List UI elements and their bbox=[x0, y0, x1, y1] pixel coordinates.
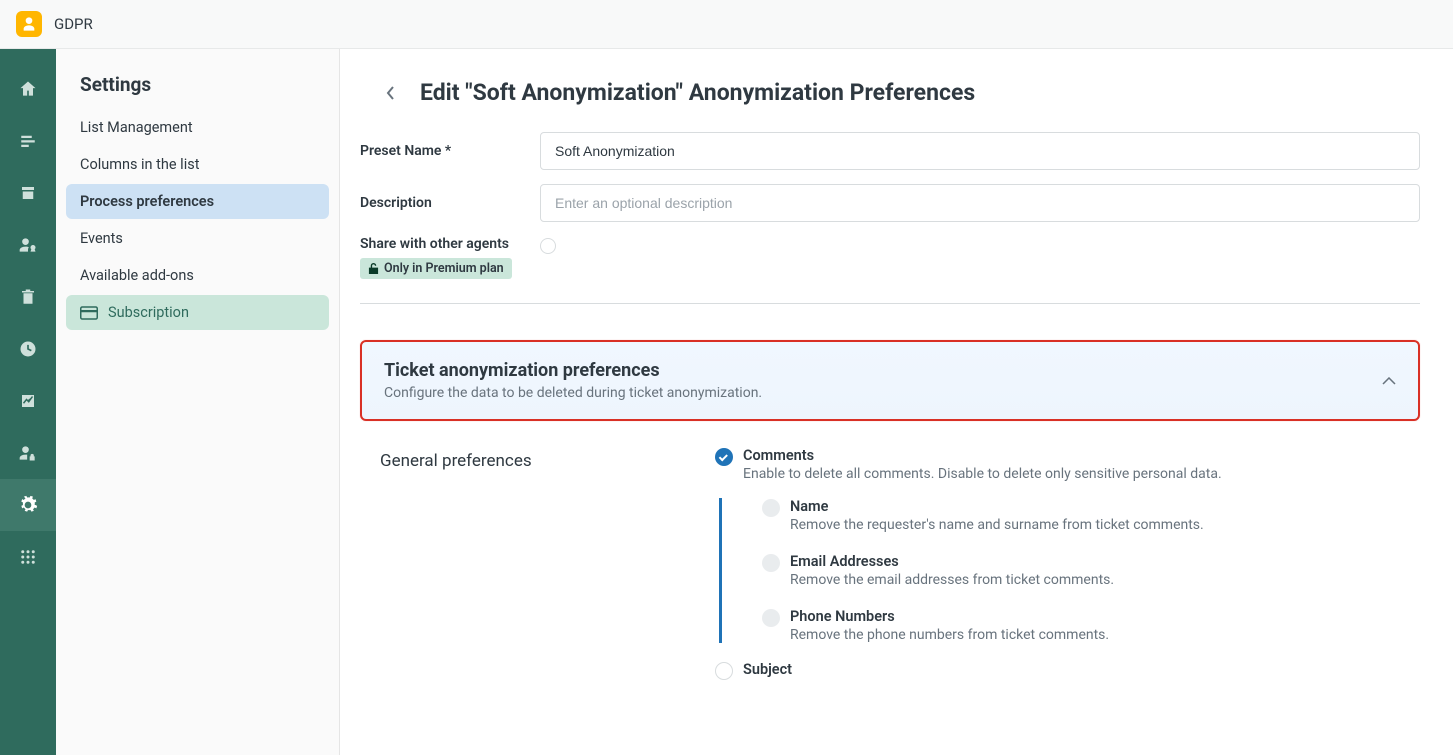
sidebar-item-label: Columns in the list bbox=[80, 156, 199, 173]
rail-clock[interactable] bbox=[0, 323, 56, 375]
gear-icon bbox=[18, 495, 38, 515]
pref-phone-checkbox[interactable] bbox=[762, 609, 780, 627]
sidebar-item-addons[interactable]: Available add-ons bbox=[66, 258, 329, 293]
pref-comments-checkbox[interactable] bbox=[715, 448, 733, 466]
archive-icon bbox=[19, 184, 37, 202]
section-divider bbox=[360, 303, 1420, 304]
pref-label: Email Addresses bbox=[790, 553, 1114, 570]
lines-icon bbox=[19, 132, 37, 150]
pref-phone[interactable]: Phone Numbers Remove the phone numbers f… bbox=[762, 608, 1420, 643]
sidebar-item-label: Subscription bbox=[108, 304, 189, 321]
user-lock-icon bbox=[18, 443, 38, 463]
pref-label: Subject bbox=[743, 661, 792, 678]
collapse-toggle[interactable] bbox=[1382, 373, 1396, 389]
pref-email[interactable]: Email Addresses Remove the email address… bbox=[762, 553, 1420, 588]
pref-desc: Remove the phone numbers from ticket com… bbox=[790, 627, 1109, 643]
users-shield-icon bbox=[21, 16, 37, 32]
pref-label: Phone Numbers bbox=[790, 608, 1109, 625]
topbar: GDPR bbox=[0, 0, 1453, 49]
pref-name[interactable]: Name Remove the requester's name and sur… bbox=[762, 498, 1420, 533]
user-key-icon bbox=[18, 235, 38, 255]
description-input[interactable] bbox=[540, 184, 1420, 222]
sidebar-item-label: Process preferences bbox=[80, 193, 214, 210]
chevron-left-icon bbox=[385, 85, 395, 101]
rail-archive[interactable] bbox=[0, 167, 56, 219]
sidebar-item-subscription[interactable]: Subscription bbox=[66, 295, 329, 330]
rail-apps[interactable] bbox=[0, 531, 56, 583]
rail-home[interactable] bbox=[0, 63, 56, 115]
grid-icon bbox=[19, 548, 37, 566]
sidebar-item-process-preferences[interactable]: Process preferences bbox=[66, 184, 329, 219]
sidebar-item-columns[interactable]: Columns in the list bbox=[66, 147, 329, 182]
app-title: GDPR bbox=[54, 15, 93, 33]
page-header: Edit "Soft Anonymization" Anonymization … bbox=[360, 79, 1420, 106]
sidebar-title: Settings bbox=[66, 73, 329, 110]
rail-queue[interactable] bbox=[0, 115, 56, 167]
rail-analytics[interactable] bbox=[0, 375, 56, 427]
lock-open-icon bbox=[368, 262, 379, 275]
settings-sidebar: Settings List Management Columns in the … bbox=[56, 49, 340, 755]
page-title: Edit "Soft Anonymization" Anonymization … bbox=[420, 79, 975, 106]
general-preferences-title: General preferences bbox=[380, 451, 715, 471]
pref-comments[interactable]: Comments Enable to delete all comments. … bbox=[715, 447, 1420, 482]
section-title: Ticket anonymization preferences bbox=[384, 360, 762, 381]
rail-user-lock[interactable] bbox=[0, 427, 56, 479]
premium-badge: Only in Premium plan bbox=[360, 258, 512, 279]
back-button[interactable] bbox=[378, 81, 402, 105]
pref-subject[interactable]: Subject bbox=[715, 661, 1420, 680]
pref-label: Comments bbox=[743, 447, 1222, 464]
pref-name-checkbox[interactable] bbox=[762, 499, 780, 517]
preset-name-input[interactable] bbox=[540, 132, 1420, 170]
sidebar-item-label: List Management bbox=[80, 119, 193, 136]
pref-label: Name bbox=[790, 498, 1204, 515]
trash-icon bbox=[19, 288, 37, 306]
section-subtitle: Configure the data to be deleted during … bbox=[384, 385, 762, 401]
rail-settings[interactable] bbox=[0, 479, 56, 531]
home-icon bbox=[18, 79, 38, 99]
main-content: Edit "Soft Anonymization" Anonymization … bbox=[340, 49, 1453, 755]
sidebar-item-events[interactable]: Events bbox=[66, 221, 329, 256]
pref-comments-subitems: Name Remove the requester's name and sur… bbox=[719, 498, 1420, 643]
ticket-anonymization-section[interactable]: Ticket anonymization preferences Configu… bbox=[360, 340, 1420, 421]
chevron-up-icon bbox=[1382, 377, 1396, 385]
description-label: Description bbox=[360, 195, 540, 211]
sidebar-item-label: Events bbox=[80, 230, 123, 247]
pref-desc: Remove the requester's name and surname … bbox=[790, 517, 1204, 533]
pref-desc: Remove the email addresses from ticket c… bbox=[790, 572, 1114, 588]
rail-users[interactable] bbox=[0, 219, 56, 271]
pref-desc: Enable to delete all comments. Disable t… bbox=[743, 466, 1222, 482]
sidebar-item-label: Available add-ons bbox=[80, 267, 194, 284]
share-checkbox[interactable] bbox=[540, 238, 556, 254]
pref-subject-checkbox[interactable] bbox=[715, 662, 733, 680]
chart-icon bbox=[19, 392, 37, 410]
pref-email-checkbox[interactable] bbox=[762, 554, 780, 572]
clock-icon bbox=[18, 339, 38, 359]
credit-card-icon bbox=[80, 306, 98, 320]
nav-rail bbox=[0, 49, 56, 755]
rail-trash[interactable] bbox=[0, 271, 56, 323]
app-logo bbox=[16, 11, 42, 37]
sidebar-item-list-management[interactable]: List Management bbox=[66, 110, 329, 145]
share-label: Share with other agents bbox=[360, 236, 540, 252]
preset-name-label: Preset Name * bbox=[360, 143, 540, 159]
